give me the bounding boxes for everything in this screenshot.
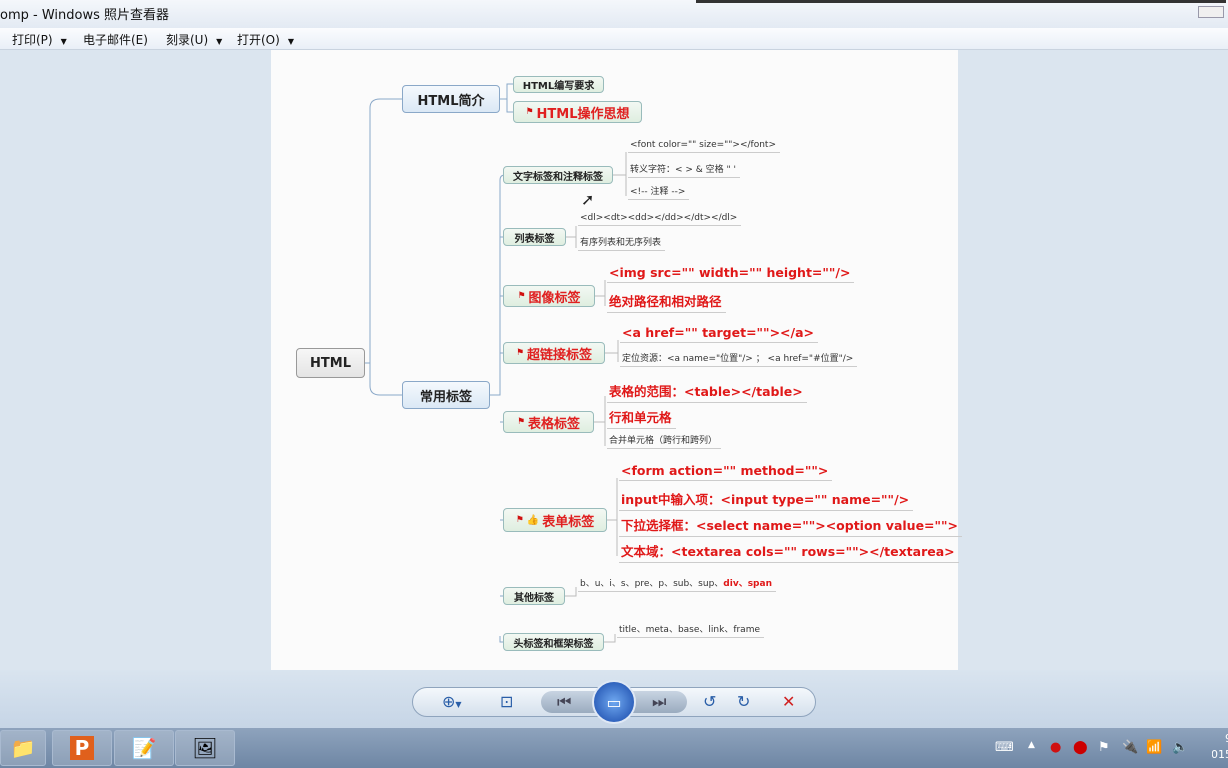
thumbs-up-icon: 👍	[526, 514, 540, 526]
rotate-left-icon[interactable]: ↺	[703, 692, 716, 711]
leaf: 行和单元格	[607, 407, 676, 429]
previous-icon[interactable]: ⏮	[557, 692, 571, 712]
next-icon[interactable]: ⏭	[652, 692, 666, 712]
leaf-text-highlight: div、span	[723, 579, 772, 589]
slideshow-button[interactable]: ▭	[592, 680, 636, 724]
rotate-right-icon[interactable]: ↻	[737, 692, 750, 711]
zoom-icon[interactable]: ⊕▼	[442, 692, 462, 711]
node-form-tags[interactable]: ⚑ 👍 表单标签	[503, 508, 607, 532]
leaf: <dl><dt><dd></dd></dt></dl>	[578, 213, 742, 226]
node-text-tags[interactable]: 文字标签和注释标签	[503, 166, 613, 184]
leaf: 表格的范围：<table></table>	[607, 381, 807, 403]
explorer-taskbar-icon[interactable]: 📁	[0, 730, 46, 766]
photo-viewer-taskbar-icon[interactable]: 🖼	[175, 730, 235, 766]
node-image-tags[interactable]: ⚑ 图像标签	[503, 285, 595, 307]
stop-icon[interactable]: ⬤	[1073, 740, 1088, 755]
leaf: b、u、i、s、pre、p、sub、sup、div、span	[578, 576, 776, 592]
leaf: <img src="" width="" height=""/>	[607, 265, 855, 283]
flag-icon: ⚑	[517, 291, 526, 301]
node-link-tags[interactable]: ⚑ 超链接标签	[503, 342, 605, 364]
leaf: <!-- 注释 -->	[628, 184, 690, 200]
leaf: 文本域：<textarea cols="" rows=""></textarea…	[619, 541, 959, 563]
leaf: <form action="" method="">	[619, 463, 833, 481]
keyboard-icon[interactable]: ⌨	[995, 740, 1014, 755]
tray-app-icon[interactable]: ●	[1050, 740, 1061, 755]
node-label: HTML操作思想	[536, 106, 630, 122]
leaf: 有序列表和无序列表	[578, 235, 666, 251]
fit-window-icon[interactable]: ⊡	[500, 692, 513, 711]
power-icon[interactable]: 🔌	[1122, 740, 1138, 755]
leaf: title、meta、base、link、frame	[617, 622, 765, 638]
leaf: input中输入项：<input type="" name=""/>	[619, 489, 914, 511]
clock-date: 2015	[1212, 748, 1228, 761]
node-html-thinking[interactable]: ⚑ HTML操作思想	[513, 101, 642, 123]
powerpoint-taskbar-icon[interactable]: P	[52, 730, 112, 766]
app-taskbar-icon[interactable]: 📝	[114, 730, 174, 766]
flag-icon: ⚑	[516, 417, 526, 427]
delete-icon[interactable]: ✕	[782, 692, 795, 711]
node-head-frame-tags[interactable]: 头标签和框架标签	[503, 633, 604, 651]
leaf: 转义字符：< > & 空格 " '	[628, 162, 741, 178]
node-label: 表单标签	[542, 514, 595, 530]
flag-icon: ⚑	[515, 515, 524, 525]
network-icon[interactable]: 📶	[1146, 740, 1162, 755]
node-label: 表格标签	[528, 416, 581, 432]
leaf: <a href="" target=""></a>	[620, 325, 818, 343]
node-html-intro[interactable]: HTML简介	[402, 85, 500, 113]
mindmap-root-node[interactable]: HTML	[296, 348, 365, 378]
mouse-cursor-icon: ➚	[581, 190, 595, 209]
flag-icon: ⚑	[525, 107, 534, 117]
node-other-tags[interactable]: 其他标签	[503, 587, 565, 605]
flag-icon: ⚑	[515, 348, 525, 358]
clock-time: 9	[1212, 731, 1228, 747]
leaf: 下拉选择框：<select name=""><option value="">	[619, 515, 963, 537]
volume-icon[interactable]: 🔈	[1172, 740, 1188, 755]
node-common-tags[interactable]: 常用标签	[402, 381, 490, 409]
node-html-requirements[interactable]: HTML编写要求	[513, 76, 604, 93]
node-table-tags[interactable]: ⚑ 表格标签	[503, 411, 594, 433]
node-label: 超链接标签	[527, 347, 593, 363]
node-label: 图像标签	[528, 290, 581, 306]
action-center-icon[interactable]: ⚑	[1098, 740, 1110, 755]
leaf: 合并单元格（跨行和跨列）	[607, 433, 722, 449]
leaf: <font color="" size=""></font>	[628, 140, 780, 153]
leaf: 绝对路径和相对路径	[607, 291, 726, 313]
show-hidden-icons[interactable]: ▲	[1028, 740, 1035, 750]
node-list-tags[interactable]: 列表标签	[503, 228, 566, 246]
leaf: 定位资源：<a name="位置"/> ； <a href="#位置"/>	[620, 351, 858, 367]
leaf-text: b、u、i、s、pre、p、sub、sup、	[580, 579, 724, 589]
clock[interactable]: 92015	[1212, 731, 1228, 763]
